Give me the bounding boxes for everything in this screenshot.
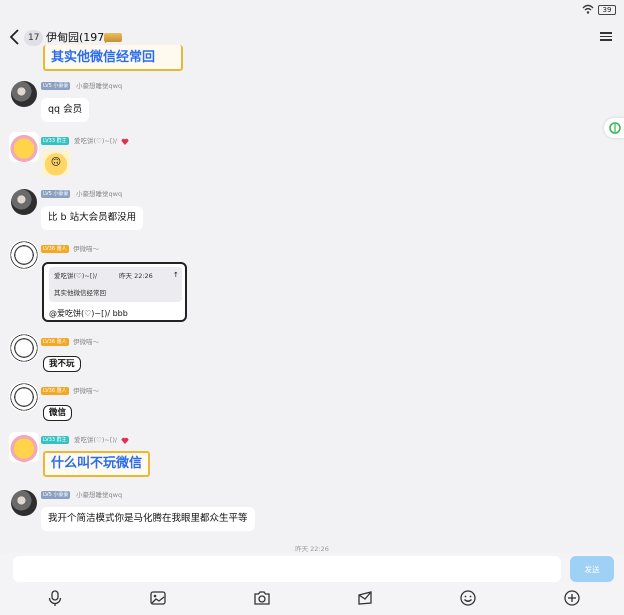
message-bubble[interactable]: qq 会员: [41, 98, 90, 122]
menu-icon[interactable]: [600, 30, 612, 42]
message-text: @爱吃饼(♡)~[)/ bbb: [49, 309, 128, 318]
message-bubble[interactable]: 我不玩: [43, 356, 81, 372]
microphone-icon[interactable]: [46, 589, 64, 607]
fancy-bubble[interactable]: 什么叫不玩微信: [43, 451, 151, 477]
heart-icon: [121, 138, 129, 145]
heart-icon: [121, 437, 129, 444]
sender-name: 伊微喵～: [73, 338, 99, 346]
avatar[interactable]: [9, 132, 39, 162]
image-icon[interactable]: [149, 589, 167, 607]
side-float-button[interactable]: [604, 118, 624, 138]
sender-name: 伊微喵～: [73, 387, 99, 395]
message-bubble[interactable]: 微信: [43, 405, 73, 421]
quote-arrow-icon: ↑: [173, 271, 179, 279]
level-badge: LV5 小豪豪: [41, 82, 71, 90]
sender-name: 伊微喵～: [73, 245, 99, 253]
emoji-icon[interactable]: [459, 589, 477, 607]
level-badge: LV36 雅人: [41, 245, 69, 253]
green-circle-icon: [609, 122, 621, 134]
quote-block[interactable]: 爱吃饼(♡)~[)/ 昨天 22:26 其实他微信经常回 ↑: [49, 267, 182, 302]
timestamp: 昨天 22:26: [295, 545, 329, 553]
level-badge: LV33 群主: [41, 436, 69, 444]
avatar[interactable]: [9, 240, 39, 270]
quote-author: 爱吃饼(♡)~[)/: [54, 272, 98, 280]
avatar[interactable]: [9, 432, 39, 462]
back-arrow-icon[interactable]: [8, 28, 22, 46]
camera-icon[interactable]: [253, 589, 271, 607]
sender-name: 小豪想睡觉qwq: [76, 82, 123, 90]
message-bubble[interactable]: 比 b 站大会员都没用: [41, 206, 144, 230]
unread-count-badge[interactable]: 17: [24, 30, 44, 46]
fancy-bubble[interactable]: 其实他微信经常回: [43, 45, 183, 71]
avatar[interactable]: [11, 81, 37, 107]
send-button[interactable]: 发送: [570, 556, 614, 582]
message-bubble[interactable]: 我开个简洁模式你是马化腾在我眼里都众生平等: [41, 507, 255, 531]
avatar[interactable]: [11, 189, 37, 215]
avatar[interactable]: [9, 333, 39, 363]
quote-time: 昨天 22:26: [119, 272, 153, 280]
level-badge: LV5 小豪豪: [41, 491, 71, 499]
plus-icon[interactable]: [563, 589, 581, 607]
avatar[interactable]: [9, 382, 39, 412]
sender-name: 爱吃饼(♡)~[)/: [74, 137, 118, 145]
message-text: 其实他微信经常回: [51, 50, 156, 65]
quote-text: 其实他微信经常回: [54, 289, 106, 297]
level-badge: LV5 小豪豪: [41, 190, 71, 198]
status-bar: 39: [0, 0, 624, 22]
level-badge: LV36 雅人: [41, 387, 69, 395]
level-badge: LV33 群主: [41, 137, 69, 145]
sticker-image[interactable]: 🙃: [42, 150, 70, 176]
group-emoji-icon: [104, 33, 122, 42]
message-input[interactable]: [13, 556, 561, 582]
sender-name: 小豪想睡觉qwq: [76, 190, 123, 198]
avatar[interactable]: [11, 490, 37, 516]
sender-name: 爱吃饼(♡)~[)/: [74, 436, 118, 444]
sender-name: 小豪想睡觉qwq: [76, 491, 123, 499]
wifi-icon: [582, 4, 594, 14]
message-bubble[interactable]: 爱吃饼(♡)~[)/ 昨天 22:26 其实他微信经常回 ↑ @爱吃饼(♡)~[…: [42, 262, 187, 322]
red-packet-icon[interactable]: [356, 589, 374, 607]
group-title[interactable]: 伊甸园(197): [46, 30, 109, 46]
battery-indicator: 39: [598, 5, 616, 15]
level-badge: LV36 雅人: [41, 338, 69, 346]
